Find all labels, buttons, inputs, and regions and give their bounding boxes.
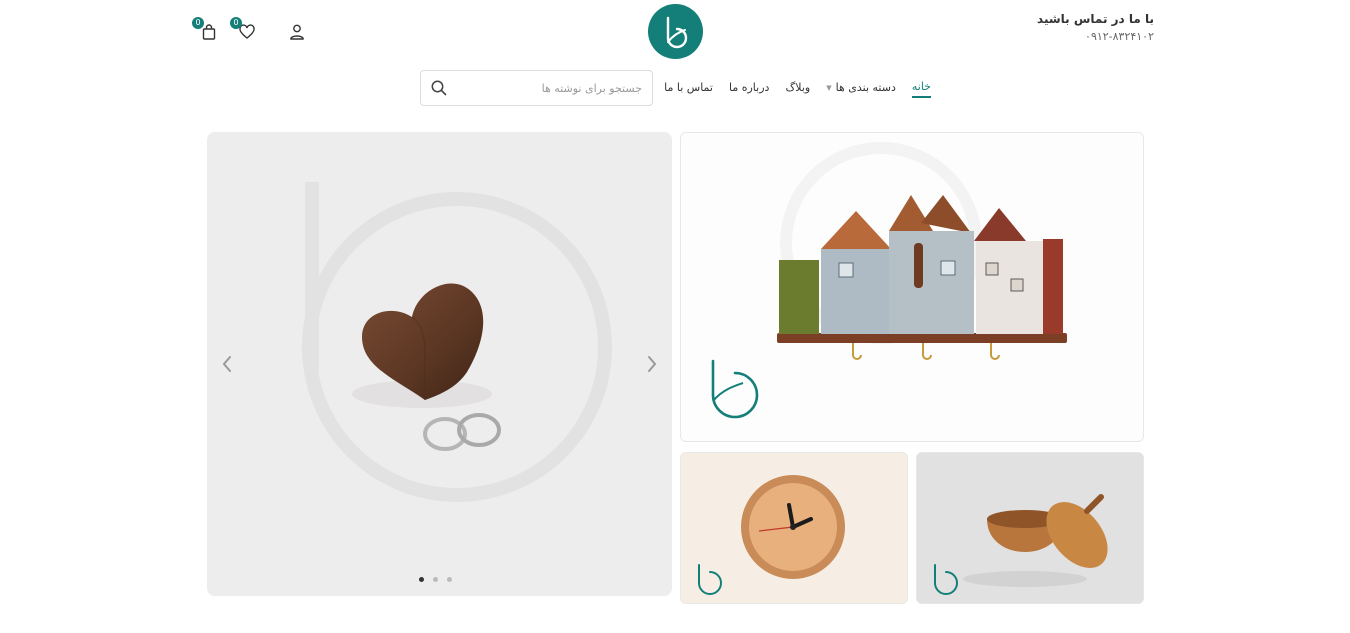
nav-item-categories[interactable]: دسته بندی ها ▼ — [826, 81, 896, 97]
nav-item-about[interactable]: درباره ما — [729, 81, 769, 97]
contact-title: با ما در تماس باشید — [1037, 12, 1154, 26]
header-icons: 0 0 — [192, 17, 310, 46]
nav-item-home[interactable]: خانه — [911, 80, 931, 98]
site-logo[interactable] — [648, 4, 703, 59]
search-input[interactable] — [452, 71, 642, 105]
slider-dots — [419, 577, 452, 582]
slider-dot[interactable] — [447, 577, 452, 582]
chevron-left-icon — [222, 356, 231, 372]
search-box — [420, 70, 653, 106]
slide-image-heart-rings — [207, 132, 672, 596]
nav-item-contact[interactable]: تماس با ما — [664, 81, 713, 97]
slider-dot[interactable] — [419, 577, 424, 582]
banner-key-holder[interactable] — [680, 132, 1144, 442]
hero-slider[interactable] — [207, 132, 672, 596]
banner-image-wooden-bowl — [917, 453, 1143, 603]
banner-wooden-bowl[interactable] — [916, 452, 1144, 604]
cart-count-badge: 0 — [192, 17, 204, 29]
main-nav: خانه دسته بندی ها ▼ وبلاگ درباره ما تماس… — [664, 80, 931, 98]
wishlist-count-badge: 0 — [230, 17, 242, 29]
nav-item-blog[interactable]: وبلاگ — [785, 81, 810, 97]
cart-button[interactable]: 0 — [192, 17, 222, 45]
banner-image-wooden-clock — [681, 453, 907, 603]
contact-phone[interactable]: ۰۹۱۲-۸۳۲۴۱۰۲ — [1037, 30, 1154, 43]
account-button[interactable] — [284, 19, 310, 45]
contact-info: با ما در تماس باشید ۰۹۱۲-۸۳۲۴۱۰۲ — [1037, 12, 1154, 43]
site-header: با ما در تماس باشید ۰۹۱۲-۸۳۲۴۱۰۲ 0 0 — [0, 0, 1350, 64]
user-icon — [290, 24, 304, 40]
slider-next-button[interactable] — [642, 352, 662, 376]
slider-prev-button[interactable] — [217, 352, 237, 376]
chevron-right-icon — [648, 356, 657, 372]
nav-item-categories-label: دسته بندی ها — [835, 81, 896, 94]
slider-dot[interactable] — [433, 577, 438, 582]
banner-image-key-holder — [681, 133, 1143, 441]
wishlist-button[interactable]: 0 — [230, 17, 260, 45]
chevron-down-icon: ▼ — [826, 83, 832, 92]
search-icon[interactable] — [430, 79, 448, 97]
logo-mark-icon — [666, 16, 687, 48]
banner-wooden-clock[interactable] — [680, 452, 908, 604]
